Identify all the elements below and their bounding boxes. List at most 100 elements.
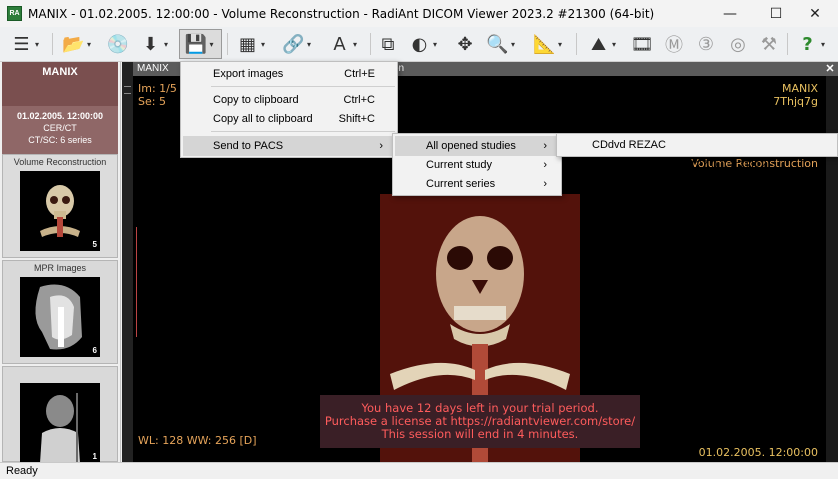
chevron-down-icon[interactable]: ▾ xyxy=(351,40,360,49)
chevron-down-icon[interactable]: ▾ xyxy=(259,40,268,49)
measure-button[interactable]: 📐 ▾ xyxy=(528,29,570,59)
help-button[interactable]: ? ▾ xyxy=(792,29,832,59)
series-item[interactable]: 1 xyxy=(2,366,118,463)
3d-icon: ③ xyxy=(697,33,715,55)
tool-button[interactable]: ⚒ xyxy=(755,29,783,59)
chevron-down-icon[interactable]: ▾ xyxy=(819,40,828,49)
patient-name: MANIX xyxy=(42,66,78,78)
window-title: MANIX - 01.02.2005. 12:00:00 - Volume Re… xyxy=(28,6,655,21)
pan-icon: ✥ xyxy=(457,33,473,55)
series-item[interactable]: MPR Images 6 xyxy=(2,260,118,364)
close-viewport-icon[interactable]: ✕ xyxy=(823,62,837,76)
worklist-button[interactable]: ☰ ▾ xyxy=(6,29,46,59)
chevron-right-icon: › xyxy=(543,159,547,171)
tool-icon: ⚒ xyxy=(760,33,778,55)
chevron-down-icon[interactable]: ▾ xyxy=(509,40,518,49)
chevron-down-icon[interactable]: ▾ xyxy=(207,40,216,49)
export-images-item[interactable]: Export images Ctrl+E xyxy=(213,64,375,84)
toolbar-separator xyxy=(576,33,577,55)
chevron-down-icon[interactable]: ▾ xyxy=(610,40,619,49)
status-text: Ready xyxy=(6,465,38,477)
viewport-tab-title: MANIX xyxy=(137,63,169,74)
study-datetime-overlay: 01.02.2005. 12:00:00 xyxy=(698,446,818,459)
trial-banner: You have 12 days left in your trial peri… xyxy=(320,395,640,448)
mpr-thumbnail xyxy=(35,284,82,350)
splitter-grip-icon xyxy=(124,86,131,94)
copy-to-clipboard-item[interactable]: Copy to clipboard Ctrl+C xyxy=(213,90,375,110)
toolbar-separator xyxy=(787,33,788,55)
menu-separator xyxy=(211,86,395,87)
series-image-count: 6 xyxy=(92,346,97,355)
scale-ruler xyxy=(136,227,140,337)
series-image-count: 1 xyxy=(92,452,97,461)
zoom-button[interactable]: 🔍 ▾ xyxy=(482,29,522,59)
save-button[interactable]: 💾 ▾ xyxy=(179,29,222,59)
scout-thumbnail xyxy=(40,393,80,463)
menu-item-label: Copy all to clipboard xyxy=(213,113,313,125)
cd-dvd-icon: 💿 xyxy=(106,33,130,55)
multi-frame-button[interactable]: ⧉ xyxy=(374,29,402,59)
study-info: 01.02.2005. 12:00:00 CER/CT CT/SC: 6 ser… xyxy=(2,106,118,154)
series-image-count: 5 xyxy=(92,240,97,249)
help-icon: ? xyxy=(802,33,813,55)
series-thumbnail: 1 xyxy=(20,383,100,463)
chevron-down-icon[interactable]: ▾ xyxy=(431,40,440,49)
trial-session-end: This session will end in 4 minutes. xyxy=(381,427,579,441)
menu-separator xyxy=(211,131,395,132)
zoom-icon: 🔍 xyxy=(486,33,509,55)
open-button[interactable]: 📂 ▾ xyxy=(57,29,99,59)
title-bar: RA MANIX - 01.02.2005. 12:00:00 - Volume… xyxy=(0,0,838,27)
study-sidebar: MANIX 01.02.2005. 12:00:00 CER/CT CT/SC:… xyxy=(0,62,121,463)
series-item[interactable]: Volume Reconstruction 5 xyxy=(2,154,118,258)
image-index-overlay: Im: 1/5 Se: 5 xyxy=(138,82,177,108)
status-bar: Ready xyxy=(0,462,838,479)
worklist-icon: ☰ xyxy=(13,33,30,55)
chevron-down-icon[interactable]: ▾ xyxy=(85,40,94,49)
series-thumbnail: 5 xyxy=(20,171,100,251)
menu-item-label: Send to PACS xyxy=(213,140,284,152)
minimize-button[interactable]: — xyxy=(707,0,753,27)
study-date: 01.02.2005. 12:00:00 xyxy=(16,111,104,121)
series-label: Volume Reconstruction xyxy=(13,157,107,167)
multi-frame-icon: ⧉ xyxy=(381,33,395,55)
all-opened-studies-item[interactable]: All opened studies › xyxy=(395,136,559,156)
chevron-right-icon: › xyxy=(379,140,383,152)
chevron-down-icon[interactable]: ▾ xyxy=(162,40,171,49)
measure-icon: 📐 xyxy=(533,33,556,55)
download-icon: ⬇ xyxy=(142,33,159,55)
current-series-item[interactable]: Current series › xyxy=(395,174,559,194)
layout-button[interactable]: ▦ ▾ xyxy=(232,29,272,59)
close-window-button[interactable]: ✕ xyxy=(792,0,838,27)
overlay-patient-name: MANIX xyxy=(781,82,818,95)
window-level-icon: ◐ xyxy=(411,33,428,55)
pan-button[interactable]: ✥ xyxy=(450,29,480,59)
chevron-down-icon[interactable]: ▾ xyxy=(556,40,565,49)
toolbar-separator xyxy=(52,33,53,55)
window-level-button[interactable]: ◐ ▾ xyxy=(404,29,444,59)
series-thumbnail: 6 xyxy=(20,277,100,357)
viewport-splitter[interactable] xyxy=(122,62,133,462)
pacs-destination-item[interactable]: CDdvd REZAC [CHARRUAPACS@127.0.0.1:11112… xyxy=(559,135,835,171)
link-button[interactable]: 🔗 ▾ xyxy=(278,29,318,59)
menu-item-label: Copy to clipboard xyxy=(213,94,299,106)
fusion-button[interactable]: ◎ xyxy=(724,29,752,59)
cine-button[interactable]: 🎞 xyxy=(628,29,656,59)
current-study-item[interactable]: Current study › xyxy=(395,155,559,175)
3d-button[interactable]: ③ xyxy=(692,29,720,59)
study-modality: CER/CT xyxy=(43,123,77,133)
volume-render-button[interactable]: ⛰ ▾ xyxy=(582,29,624,59)
toolbar-separator xyxy=(227,33,228,55)
mpr-button[interactable]: Ⓜ xyxy=(660,29,688,59)
download-button[interactable]: ⬇ ▾ xyxy=(136,29,174,59)
annotation-button[interactable]: A ▾ xyxy=(324,29,364,59)
chevron-down-icon[interactable]: ▾ xyxy=(305,40,314,49)
layout-grid-icon: ▦ xyxy=(238,33,256,55)
image-index: Im: 1/5 xyxy=(138,82,177,95)
send-to-pacs-item[interactable]: Send to PACS › xyxy=(183,136,395,156)
cd-dvd-button[interactable]: 💿 xyxy=(104,29,132,59)
save-icon: 💾 xyxy=(184,33,208,55)
menu-item-label: CDdvd REZAC [CHARRUAPACS@127.0.0.1:11112… xyxy=(592,139,770,171)
chevron-down-icon[interactable]: ▾ xyxy=(33,40,42,49)
copy-all-to-clipboard-item[interactable]: Copy all to clipboard Shift+C xyxy=(213,109,375,129)
cine-icon: 🎞 xyxy=(630,33,654,55)
